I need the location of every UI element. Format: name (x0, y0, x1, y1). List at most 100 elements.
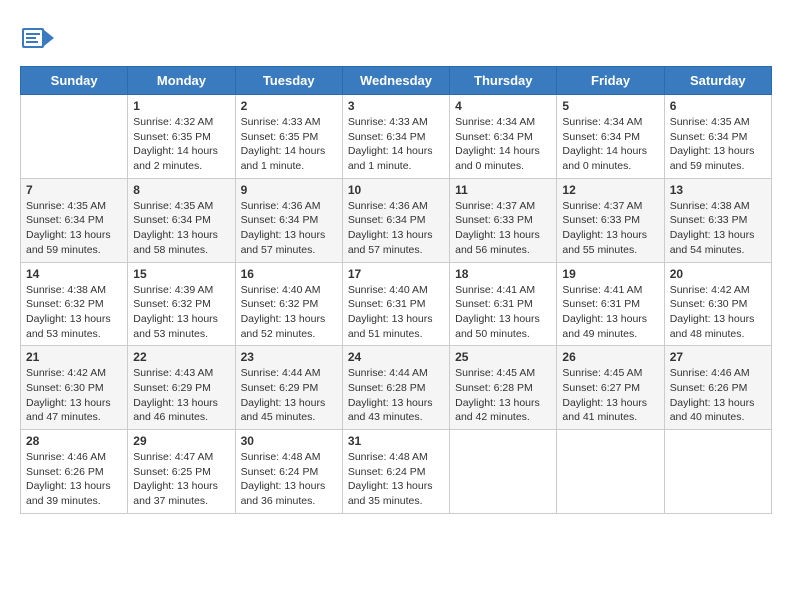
day-number: 24 (348, 350, 444, 364)
calendar-table: SundayMondayTuesdayWednesdayThursdayFrid… (20, 66, 772, 514)
day-header-saturday: Saturday (664, 67, 771, 95)
cell-content: Sunrise: 4:42 AMSunset: 6:30 PMDaylight:… (26, 366, 122, 425)
calendar-cell (450, 430, 557, 514)
logo (20, 20, 62, 56)
day-header-friday: Friday (557, 67, 664, 95)
day-number: 10 (348, 183, 444, 197)
cell-content: Sunrise: 4:44 AMSunset: 6:28 PMDaylight:… (348, 366, 444, 425)
page-header (20, 20, 772, 56)
calendar-cell: 29Sunrise: 4:47 AMSunset: 6:25 PMDayligh… (128, 430, 235, 514)
day-header-wednesday: Wednesday (342, 67, 449, 95)
cell-content: Sunrise: 4:36 AMSunset: 6:34 PMDaylight:… (241, 199, 337, 258)
calendar-cell: 22 Sunrise: 4:43 AMSunset: 6:29 PMDayligh… (128, 346, 235, 430)
calendar-cell: 5Sunrise: 4:34 AMSunset: 6:34 PMDaylight… (557, 95, 664, 179)
cell-content: Sunrise: 4:34 AMSunset: 6:34 PMDaylight:… (455, 115, 551, 174)
calendar-cell: 19Sunrise: 4:41 AMSunset: 6:31 PMDayligh… (557, 262, 664, 346)
day-number: 3 (348, 99, 444, 113)
calendar-cell: 11 Sunrise: 4:37 AMSunset: 6:33 PMDayligh… (450, 178, 557, 262)
cell-content: Sunrise: 4:42 AMSunset: 6:30 PMDaylight:… (670, 283, 766, 342)
cell-content: Sunrise: 4:40 AMSunset: 6:31 PMDaylight:… (348, 283, 444, 342)
day-header-tuesday: Tuesday (235, 67, 342, 95)
day-number: 13 (670, 183, 766, 197)
cell-content: Sunrise: 4:48 AMSunset: 6:24 PMDaylight:… (241, 450, 337, 509)
calendar-cell: 23 Sunrise: 4:44 AMSunset: 6:29 PMDayligh… (235, 346, 342, 430)
cell-content: Sunrise: 4:46 AMSunset: 6:26 PMDaylight:… (670, 366, 766, 425)
calendar-week-4: 21 Sunrise: 4:42 AMSunset: 6:30 PMDayligh… (21, 346, 772, 430)
calendar-cell: 4 Sunrise: 4:34 AMSunset: 6:34 PMDaylight… (450, 95, 557, 179)
day-number: 21 (26, 350, 122, 364)
cell-content: Sunrise: 4:45 AMSunset: 6:27 PMDaylight:… (562, 366, 658, 425)
day-number: 1 (133, 99, 229, 113)
day-number: 16 (241, 267, 337, 281)
cell-content: Sunrise: 4:37 AMSunset: 6:33 PMDaylight:… (455, 199, 551, 258)
calendar-cell: 3 Sunrise: 4:33 AMSunset: 6:34 PMDaylight… (342, 95, 449, 179)
day-number: 18 (455, 267, 551, 281)
calendar-cell: 15Sunrise: 4:39 AMSunset: 6:32 PMDayligh… (128, 262, 235, 346)
calendar-cell: 16 Sunrise: 4:40 AMSunset: 6:32 PMDayligh… (235, 262, 342, 346)
calendar-week-5: 28 Sunrise: 4:46 AMSunset: 6:26 PMDayligh… (21, 430, 772, 514)
calendar-cell: 18 Sunrise: 4:41 AMSunset: 6:31 PMDayligh… (450, 262, 557, 346)
day-number: 30 (241, 434, 337, 448)
day-header-thursday: Thursday (450, 67, 557, 95)
day-number: 4 (455, 99, 551, 113)
calendar-cell: 9Sunrise: 4:36 AMSunset: 6:34 PMDaylight… (235, 178, 342, 262)
calendar-cell: 13 Sunrise: 4:38 AMSunset: 6:33 PMDayligh… (664, 178, 771, 262)
calendar-cell: 17Sunrise: 4:40 AMSunset: 6:31 PMDayligh… (342, 262, 449, 346)
cell-content: Sunrise: 4:48 AMSunset: 6:24 PMDaylight:… (348, 450, 444, 509)
cell-content: Sunrise: 4:40 AMSunset: 6:32 PMDaylight:… (241, 283, 337, 342)
calendar-cell: 2 Sunrise: 4:33 AMSunset: 6:35 PMDaylight… (235, 95, 342, 179)
cell-content: Sunrise: 4:43 AMSunset: 6:29 PMDaylight:… (133, 366, 229, 425)
calendar-cell: 28 Sunrise: 4:46 AMSunset: 6:26 PMDayligh… (21, 430, 128, 514)
day-number: 12 (562, 183, 658, 197)
day-number: 28 (26, 434, 122, 448)
logo-icon (20, 20, 56, 56)
day-number: 6 (670, 99, 766, 113)
calendar-cell: 14 Sunrise: 4:38 AMSunset: 6:32 PMDayligh… (21, 262, 128, 346)
cell-content: Sunrise: 4:41 AMSunset: 6:31 PMDaylight:… (562, 283, 658, 342)
cell-content: Sunrise: 4:38 AMSunset: 6:32 PMDaylight:… (26, 283, 122, 342)
day-number: 2 (241, 99, 337, 113)
calendar-header-row: SundayMondayTuesdayWednesdayThursdayFrid… (21, 67, 772, 95)
calendar-cell: 21 Sunrise: 4:42 AMSunset: 6:30 PMDayligh… (21, 346, 128, 430)
calendar-cell: 1 Sunrise: 4:32 AMSunset: 6:35 PMDaylight… (128, 95, 235, 179)
calendar-cell: 20 Sunrise: 4:42 AMSunset: 6:30 PMDayligh… (664, 262, 771, 346)
cell-content: Sunrise: 4:34 AMSunset: 6:34 PMDaylight:… (562, 115, 658, 174)
cell-content: Sunrise: 4:33 AMSunset: 6:34 PMDaylight:… (348, 115, 444, 174)
calendar-cell: 24 Sunrise: 4:44 AMSunset: 6:28 PMDayligh… (342, 346, 449, 430)
cell-content: Sunrise: 4:41 AMSunset: 6:31 PMDaylight:… (455, 283, 551, 342)
cell-content: Sunrise: 4:46 AMSunset: 6:26 PMDaylight:… (26, 450, 122, 509)
cell-content: Sunrise: 4:39 AMSunset: 6:32 PMDaylight:… (133, 283, 229, 342)
calendar-cell: 26Sunrise: 4:45 AMSunset: 6:27 PMDayligh… (557, 346, 664, 430)
calendar-cell: 8 Sunrise: 4:35 AMSunset: 6:34 PMDaylight… (128, 178, 235, 262)
calendar-week-2: 7 Sunrise: 4:35 AMSunset: 6:34 PMDaylight… (21, 178, 772, 262)
cell-content: Sunrise: 4:35 AMSunset: 6:34 PMDaylight:… (670, 115, 766, 174)
day-number: 23 (241, 350, 337, 364)
cell-content: Sunrise: 4:44 AMSunset: 6:29 PMDaylight:… (241, 366, 337, 425)
day-header-monday: Monday (128, 67, 235, 95)
day-number: 11 (455, 183, 551, 197)
cell-content: Sunrise: 4:37 AMSunset: 6:33 PMDaylight:… (562, 199, 658, 258)
day-number: 29 (133, 434, 229, 448)
day-number: 25 (455, 350, 551, 364)
day-number: 7 (26, 183, 122, 197)
calendar-cell: 6 Sunrise: 4:35 AMSunset: 6:34 PMDaylight… (664, 95, 771, 179)
calendar-cell: 10 Sunrise: 4:36 AMSunset: 6:34 PMDayligh… (342, 178, 449, 262)
cell-content: Sunrise: 4:38 AMSunset: 6:33 PMDaylight:… (670, 199, 766, 258)
calendar-cell (557, 430, 664, 514)
cell-content: Sunrise: 4:33 AMSunset: 6:35 PMDaylight:… (241, 115, 337, 174)
cell-content: Sunrise: 4:35 AMSunset: 6:34 PMDaylight:… (133, 199, 229, 258)
day-number: 31 (348, 434, 444, 448)
day-number: 8 (133, 183, 229, 197)
calendar-week-3: 14 Sunrise: 4:38 AMSunset: 6:32 PMDayligh… (21, 262, 772, 346)
calendar-cell: 25Sunrise: 4:45 AMSunset: 6:28 PMDayligh… (450, 346, 557, 430)
day-number: 22 (133, 350, 229, 364)
day-number: 27 (670, 350, 766, 364)
day-number: 14 (26, 267, 122, 281)
cell-content: Sunrise: 4:36 AMSunset: 6:34 PMDaylight:… (348, 199, 444, 258)
cell-content: Sunrise: 4:32 AMSunset: 6:35 PMDaylight:… (133, 115, 229, 174)
calendar-cell: 30 Sunrise: 4:48 AMSunset: 6:24 PMDayligh… (235, 430, 342, 514)
calendar-cell (664, 430, 771, 514)
day-number: 20 (670, 267, 766, 281)
cell-content: Sunrise: 4:35 AMSunset: 6:34 PMDaylight:… (26, 199, 122, 258)
calendar-cell: 27 Sunrise: 4:46 AMSunset: 6:26 PMDayligh… (664, 346, 771, 430)
